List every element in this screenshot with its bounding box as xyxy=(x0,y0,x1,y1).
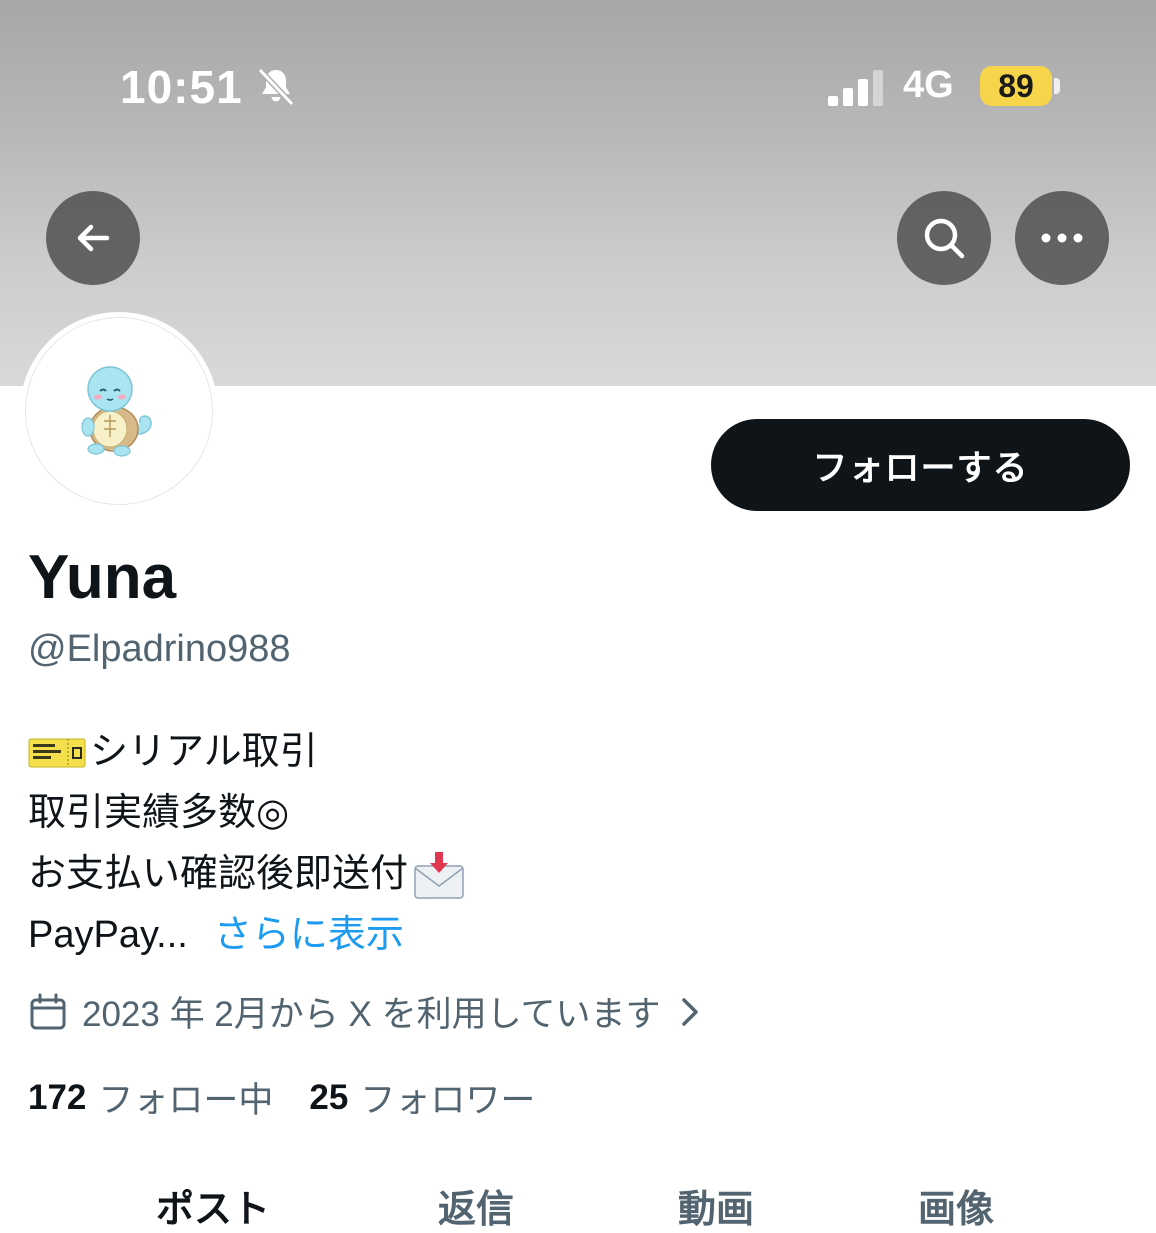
network-label: 4G xyxy=(903,64,954,106)
avatar[interactable] xyxy=(20,312,218,510)
bio-text: PayPay... xyxy=(28,914,188,956)
bio-line: PayPay... さらに表示 xyxy=(28,905,466,966)
more-horizontal-icon xyxy=(1041,233,1083,243)
joined-date-row[interactable]: 2023 年 2月から X を利用しています xyxy=(28,986,719,1037)
follow-stats: 172 フォロー中 25 フォロワー xyxy=(28,1072,571,1123)
tab-replies[interactable]: 返信 xyxy=(438,1178,514,1233)
chevron-right-icon xyxy=(681,997,698,1026)
bio-text: シリアル取引 xyxy=(90,731,318,773)
avatar-image xyxy=(25,317,213,505)
followers-count: 25 xyxy=(309,1077,349,1117)
followers-link[interactable]: 25 フォロワー xyxy=(309,1072,535,1123)
display-name: Yuna xyxy=(28,543,177,612)
tab-videos[interactable]: 動画 xyxy=(678,1178,754,1233)
arrow-left-icon xyxy=(77,224,110,252)
joined-date-text: 2023 年 2月から X を利用しています xyxy=(82,995,661,1034)
ticket-icon xyxy=(28,738,86,767)
tab-posts[interactable]: ポスト xyxy=(156,1178,270,1233)
battery-indicator: 89 xyxy=(980,66,1052,106)
followers-label: フォロワー xyxy=(360,1081,536,1120)
search-icon xyxy=(924,218,965,259)
user-handle: @Elpadrino988 xyxy=(28,628,291,670)
bio-line: シリアル取引 xyxy=(28,722,466,783)
bell-muted-icon xyxy=(257,67,295,107)
search-button[interactable] xyxy=(897,191,991,285)
calendar-icon xyxy=(30,993,66,1029)
profile-tabs: ポスト 返信 動画 画像 xyxy=(0,1178,1156,1231)
bio-line: お支払い確認後即送付 xyxy=(28,844,466,905)
follow-button[interactable]: フォローする xyxy=(711,419,1130,511)
status-time: 10:51 xyxy=(120,61,243,113)
tab-images[interactable]: 画像 xyxy=(918,1178,994,1233)
bio-text: お支払い確認後即送付 xyxy=(28,853,409,895)
bio-text: 取引実績多数◎ xyxy=(28,792,290,834)
signal-icon xyxy=(828,70,883,106)
profile-bio: シリアル取引 取引実績多数◎ お支払い確認後即送付 PayPay... さらに表… xyxy=(28,722,466,966)
turtle-character-image xyxy=(81,366,152,457)
following-count: 172 xyxy=(28,1077,87,1117)
back-button[interactable] xyxy=(46,191,140,285)
following-label: フォロー中 xyxy=(98,1081,274,1120)
envelope-arrow-icon xyxy=(414,851,464,899)
following-link[interactable]: 172 フォロー中 xyxy=(28,1072,273,1123)
more-options-button[interactable] xyxy=(1015,191,1109,285)
battery-nub xyxy=(1054,78,1060,94)
show-more-link[interactable]: さらに表示 xyxy=(214,905,404,966)
bio-line: 取引実績多数◎ xyxy=(28,783,466,844)
